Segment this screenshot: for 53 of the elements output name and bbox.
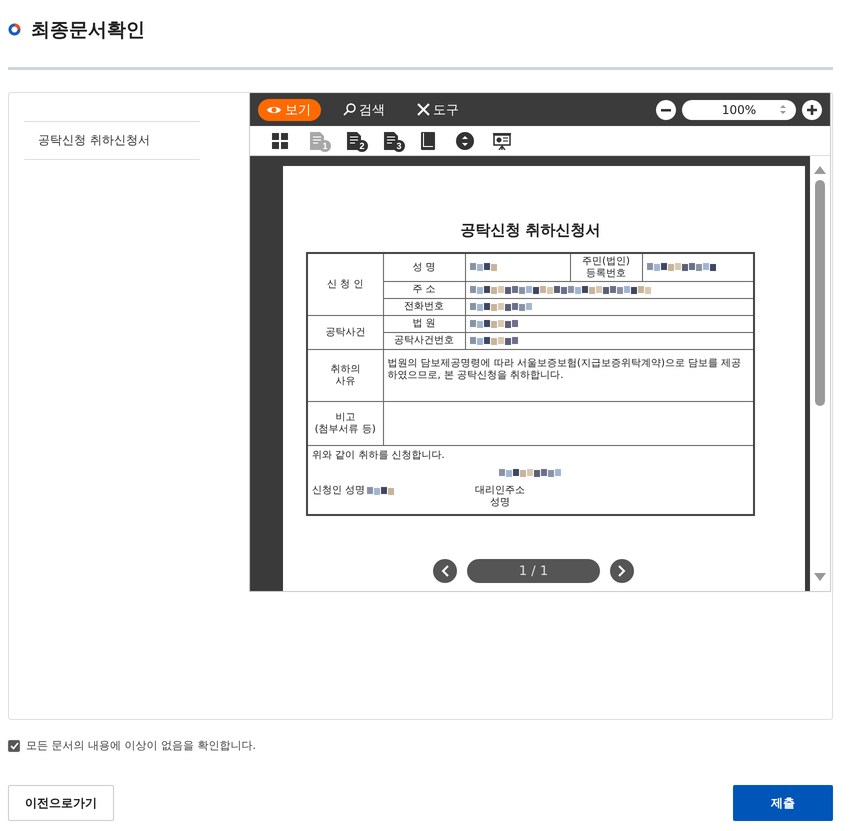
scroll-down-icon[interactable] bbox=[814, 573, 826, 581]
toolbar-button[interactable]: 2 bbox=[343, 130, 365, 152]
sidebar-item[interactable]: 공탁신청 취하신청서 bbox=[24, 121, 200, 160]
chevron-right-icon bbox=[618, 565, 626, 577]
table-cell: 신 청 인 bbox=[307, 253, 383, 316]
toolbar-button[interactable]: 3 bbox=[380, 130, 402, 152]
ring-logo-icon bbox=[8, 23, 21, 36]
redacted-block bbox=[470, 302, 532, 311]
page-title: 최종문서확인 bbox=[31, 18, 145, 42]
table-cell: 주민(법인) 등록번호 bbox=[570, 253, 642, 282]
page-indicator: 1 / 1 bbox=[467, 559, 600, 583]
grid-icon bbox=[272, 132, 288, 148]
spinner-arrows-icon bbox=[780, 105, 786, 114]
agent-label: 대리인주소 성명 bbox=[475, 485, 526, 508]
chevron-left-icon bbox=[441, 565, 449, 577]
signer-label: 신청인 성명 bbox=[312, 485, 366, 496]
page-number-badge: 1 bbox=[319, 140, 331, 152]
toolbar-button[interactable] bbox=[454, 130, 476, 152]
table-cell: 공탁사건 bbox=[307, 316, 383, 350]
zoom-out-button[interactable] bbox=[656, 100, 676, 120]
document-title: 공탁신청 취하신청서 bbox=[459, 221, 602, 240]
checkbox[interactable] bbox=[8, 740, 20, 752]
viewer-tab[interactable]: 검색 bbox=[335, 98, 395, 120]
table-cell: 취하의 사유 bbox=[307, 350, 383, 402]
redacted-block bbox=[470, 320, 518, 328]
redacted-block bbox=[470, 263, 498, 272]
zoom-field[interactable]: 100% bbox=[682, 100, 796, 120]
scrollbar[interactable] bbox=[810, 156, 830, 591]
table-cell: 비고 (첨부서류 등) bbox=[307, 402, 383, 446]
page-number-badge: 3 bbox=[393, 140, 405, 152]
table-cell: 공탁사건번호 bbox=[383, 332, 465, 350]
redacted-block bbox=[646, 263, 716, 272]
tools-icon bbox=[417, 103, 430, 116]
table-cell: 법 원 bbox=[383, 316, 465, 332]
submit-button[interactable]: 제출 bbox=[733, 785, 833, 821]
page-number-badge: 2 bbox=[356, 140, 368, 152]
redacted-block bbox=[367, 486, 396, 495]
presentation-board-icon bbox=[493, 132, 511, 150]
redacted-block bbox=[470, 336, 518, 345]
scroll-up-icon[interactable] bbox=[814, 166, 826, 174]
book-icon bbox=[421, 132, 435, 150]
table-cell: 성 명 bbox=[383, 253, 465, 282]
table-cell: 주 소 bbox=[383, 282, 465, 298]
redacted-block bbox=[499, 468, 562, 477]
viewer-tab[interactable]: 도구 bbox=[409, 98, 469, 120]
checkbox-label: 모든 문서의 내용에 이상이 없음을 확인합니다. bbox=[26, 738, 256, 753]
back-button[interactable]: 이전으로가기 bbox=[8, 785, 114, 821]
statement-text: 위와 같이 취하를 신청합니다. bbox=[312, 450, 446, 462]
plus-icon bbox=[807, 104, 817, 114]
search-icon bbox=[343, 103, 356, 116]
table-cell: 전화번호 bbox=[383, 298, 465, 316]
zoom-in-button[interactable] bbox=[802, 100, 822, 120]
up-down-icon bbox=[456, 132, 474, 150]
